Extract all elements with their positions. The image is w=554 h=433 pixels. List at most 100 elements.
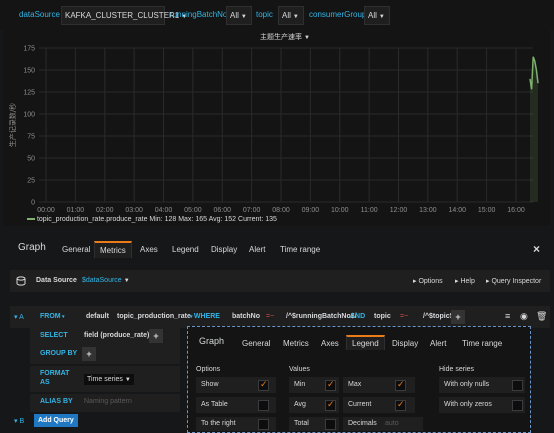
option-current[interactable]: Current xyxy=(343,397,415,413)
option-as-table[interactable]: As Table xyxy=(196,397,276,413)
menu-icon[interactable]: ≡ xyxy=(505,311,510,321)
popup-tab-time-range[interactable]: Time range xyxy=(462,339,502,348)
x-tick-label: 08:00 xyxy=(272,207,290,214)
tab-alert[interactable]: Alert xyxy=(249,245,265,254)
format-select[interactable]: Time series ▼ xyxy=(84,374,134,385)
help-toggle[interactable]: ▸ Help xyxy=(455,277,475,285)
y-tick-label: 125 xyxy=(23,90,35,97)
x-tick-label: 00:00 xyxy=(37,207,55,214)
query-ref-a[interactable]: ▾ A xyxy=(14,313,24,321)
only-zeros-checkbox[interactable] xyxy=(512,400,523,411)
current-checkbox[interactable] xyxy=(395,399,406,411)
add-where-button[interactable]: + xyxy=(451,310,465,324)
option-only-zeros[interactable]: With only zeros xyxy=(439,397,525,413)
as-table-checkbox[interactable] xyxy=(258,400,269,411)
retention-policy[interactable]: default xyxy=(86,313,109,320)
datasource-picker[interactable]: $dataSource ▼ xyxy=(82,277,130,284)
x-tick-label: 13:00 xyxy=(419,207,437,214)
tab-axes[interactable]: Axes xyxy=(140,245,158,254)
popup-tab-legend[interactable]: Legend xyxy=(346,335,385,350)
hide-series-section-title: Hide series xyxy=(439,366,475,373)
options-toggle[interactable]: ▸ Options xyxy=(413,277,443,285)
show-checkbox[interactable] xyxy=(258,379,269,391)
series-area-produce-rate xyxy=(530,56,538,202)
x-tick-label: 09:00 xyxy=(302,207,320,214)
select-row: SELECT field (produce_rate) + xyxy=(30,328,180,346)
close-editor-button[interactable]: × xyxy=(533,242,540,256)
popup-tab-general[interactable]: General xyxy=(242,339,270,348)
x-tick-label: 03:00 xyxy=(125,207,143,214)
where-operator-1[interactable]: =~ xyxy=(266,313,274,320)
popup-tab-axes[interactable]: Axes xyxy=(321,339,339,348)
x-tick-label: 16:00 xyxy=(507,207,525,214)
popup-tab-display[interactable]: Display xyxy=(392,339,418,348)
total-checkbox[interactable] xyxy=(325,419,336,430)
select-field[interactable]: field (produce_rate) xyxy=(84,332,149,339)
decimals-input[interactable]: auto xyxy=(385,420,399,427)
x-tick-label: 01:00 xyxy=(67,207,85,214)
option-min[interactable]: Min xyxy=(289,377,339,393)
measurement-select[interactable]: topic_production_rate xyxy=(117,313,191,320)
legend-item[interactable]: topic_production_rate.produce_rate Min: … xyxy=(27,216,277,223)
max-checkbox[interactable] xyxy=(395,379,406,391)
option-show[interactable]: Show xyxy=(196,377,276,393)
where-operator-2[interactable]: =~ xyxy=(400,313,408,320)
select-keyword: SELECT xyxy=(40,332,68,339)
legend-text: topic_production_rate.produce_rate Min: … xyxy=(36,216,277,223)
tab-general[interactable]: General xyxy=(62,245,90,254)
var-label-runningbatchno: runningBatchNo xyxy=(170,10,228,19)
alias-input[interactable]: Naming pattern xyxy=(84,398,132,405)
runningbatchno-select[interactable]: All ▼ xyxy=(226,6,252,25)
datasource-row: Data Source $dataSource ▼ ▸ Options ▸ Hel… xyxy=(10,270,550,292)
tab-legend[interactable]: Legend xyxy=(172,245,199,254)
where-tag-batchno[interactable]: batchNo xyxy=(232,313,260,320)
query-inspector-toggle[interactable]: ▸ Query Inspector xyxy=(486,277,541,285)
y-tick-label: 25 xyxy=(27,178,35,185)
only-nulls-checkbox[interactable] xyxy=(512,380,523,391)
add-query-button[interactable]: Add Query xyxy=(34,414,78,427)
option-max[interactable]: Max xyxy=(343,377,415,393)
option-only-nulls[interactable]: With only nulls xyxy=(439,377,525,393)
options-section-title: Options xyxy=(196,366,221,373)
eye-icon[interactable]: ◉ xyxy=(520,311,528,322)
x-tick-label: 14:00 xyxy=(448,207,466,214)
x-tick-label: 10:00 xyxy=(331,207,349,214)
where-tag-topic[interactable]: topic xyxy=(374,313,391,320)
add-groupby-button[interactable]: + xyxy=(82,347,96,361)
add-select-button[interactable]: + xyxy=(149,329,163,343)
variable-bar: dataSource KAFKA_CLUSTER_CLUSTER1 ▼ runni… xyxy=(0,0,554,30)
tab-time-range[interactable]: Time range xyxy=(280,245,320,254)
option-avg[interactable]: Avg xyxy=(289,397,339,413)
tab-display[interactable]: Display xyxy=(211,245,237,254)
y-axis-label: 生产记录数/秒 xyxy=(8,103,17,147)
var-label-datasource: dataSource xyxy=(19,10,60,19)
from-keyword: FROM ▾ xyxy=(40,313,65,320)
popup-tab-metrics[interactable]: Metrics xyxy=(283,339,309,348)
where-keyword: ▾ WHERE xyxy=(190,313,220,320)
option-decimals: Decimals auto xyxy=(343,417,423,431)
to-the-right-checkbox[interactable] xyxy=(258,419,269,430)
x-tick-label: 15:00 xyxy=(478,207,496,214)
tab-metrics[interactable]: Metrics xyxy=(94,241,132,258)
editor-tabs-bar: Graph General Metrics Axes Legend Displa… xyxy=(0,236,554,260)
legend-options-popup: Graph General Metrics Axes Legend Displa… xyxy=(187,326,531,433)
query-ref-b[interactable]: ▾ B xyxy=(14,417,24,425)
min-checkbox[interactable] xyxy=(325,379,336,391)
avg-checkbox[interactable] xyxy=(325,399,336,411)
x-tick-label: 04:00 xyxy=(155,207,173,214)
trash-icon[interactable]: 🗑 xyxy=(536,311,547,322)
option-total[interactable]: Total xyxy=(289,417,339,431)
groupby-row: GROUP BY + xyxy=(30,346,180,364)
format-keyword: FORMAT AS xyxy=(40,370,70,386)
y-tick-label: 50 xyxy=(27,156,35,163)
legend-color-swatch xyxy=(27,218,35,221)
where-value-batchno[interactable]: /^$runningBatchNo$/ xyxy=(286,313,357,320)
consumergroup-select[interactable]: All ▼ xyxy=(364,6,390,25)
option-to-the-right[interactable]: To the right xyxy=(196,417,276,431)
popup-header: Graph xyxy=(199,336,225,346)
chart-svg: 175 150 125 100 75 50 25 000:00 01:00 02:00 03:00 0… xyxy=(8,46,539,214)
topic-select[interactable]: All ▼ xyxy=(278,6,304,25)
and-keyword[interactable]: AND xyxy=(350,313,365,320)
datasource-select[interactable]: KAFKA_CLUSTER_CLUSTER1 ▼ xyxy=(61,6,187,25)
popup-tab-alert[interactable]: Alert xyxy=(430,339,446,348)
